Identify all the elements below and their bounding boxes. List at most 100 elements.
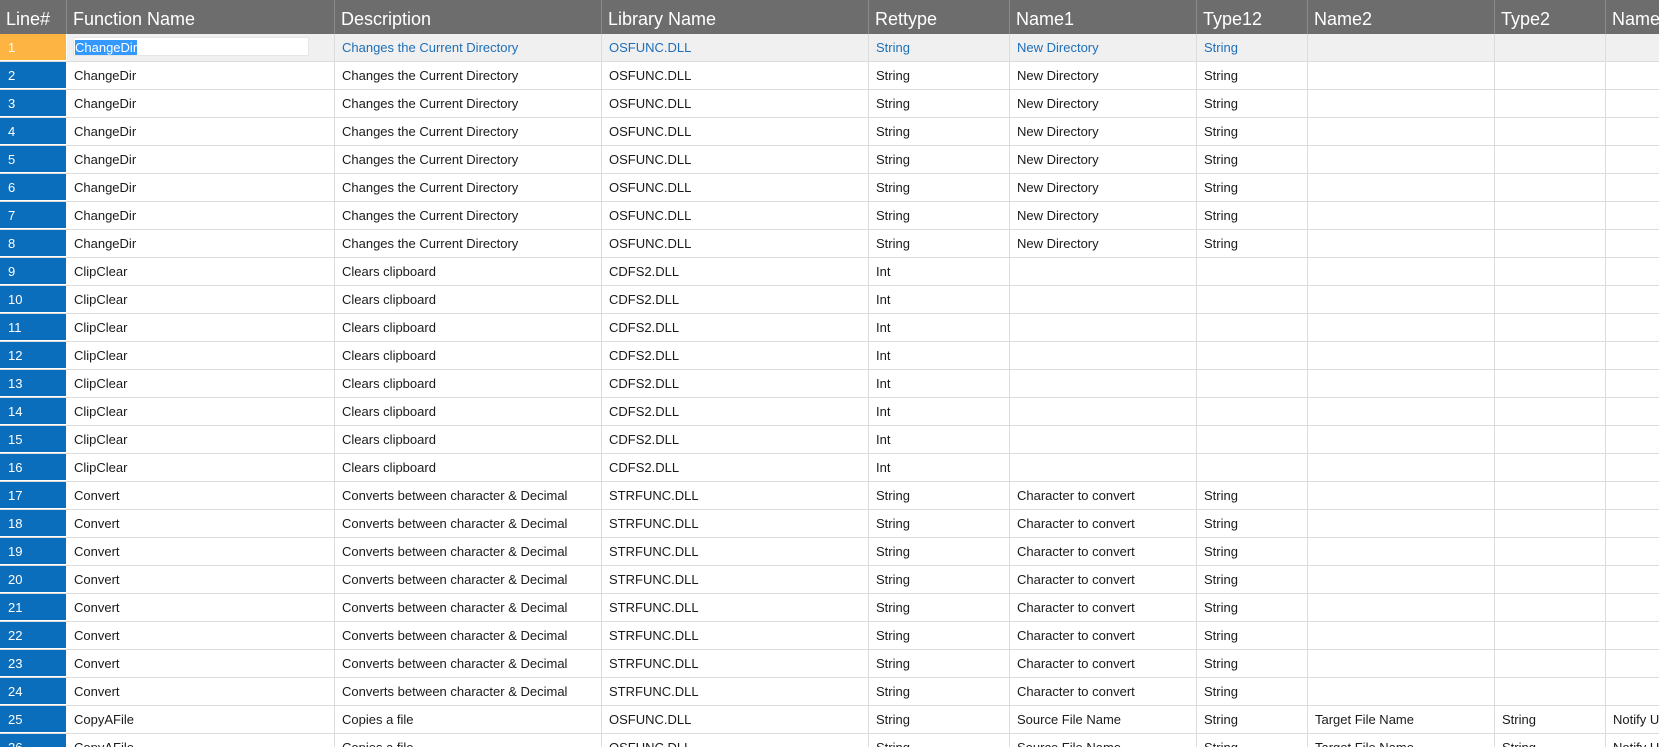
name1-cell[interactable]: Character to convert <box>1010 566 1197 593</box>
type2-cell[interactable] <box>1495 370 1606 397</box>
type12-cell[interactable]: String <box>1197 650 1308 677</box>
description-cell[interactable]: Changes the Current Directory <box>335 202 602 229</box>
name3-cell[interactable] <box>1606 566 1659 593</box>
type12-cell[interactable]: String <box>1197 510 1308 537</box>
library-name-cell[interactable]: OSFUNC.DLL <box>602 202 869 229</box>
table-row[interactable]: 4 ChangeDir Changes the Current Directory O… <box>0 118 1659 146</box>
rettype-cell[interactable]: String <box>869 650 1010 677</box>
name3-cell[interactable] <box>1606 426 1659 453</box>
line-number-cell[interactable]: 25 <box>0 706 67 733</box>
type2-cell[interactable] <box>1495 650 1606 677</box>
table-row[interactable]: 12 ClipClear Clears clipboard CDFS2.DLL Int <box>0 342 1659 370</box>
rettype-cell[interactable]: String <box>869 62 1010 89</box>
rettype-cell[interactable]: String <box>869 118 1010 145</box>
line-number-cell[interactable]: 10 <box>0 286 67 313</box>
line-number-cell[interactable]: 18 <box>0 510 67 537</box>
name2-cell[interactable] <box>1308 286 1495 313</box>
description-cell[interactable]: Converts between character & Decimal <box>335 538 602 565</box>
description-cell[interactable]: Clears clipboard <box>335 342 602 369</box>
name1-cell[interactable] <box>1010 286 1197 313</box>
name2-cell[interactable] <box>1308 510 1495 537</box>
type2-cell[interactable] <box>1495 258 1606 285</box>
name3-cell[interactable] <box>1606 146 1659 173</box>
table-row[interactable]: 23 Convert Converts between character & De… <box>0 650 1659 678</box>
data-grid[interactable]: Line# Function Name Description Library … <box>0 0 1659 747</box>
type2-cell[interactable]: String <box>1495 706 1606 733</box>
table-row[interactable]: 3 ChangeDir Changes the Current Directory O… <box>0 90 1659 118</box>
type2-cell[interactable] <box>1495 146 1606 173</box>
line-number-cell[interactable]: 21 <box>0 594 67 621</box>
library-name-cell[interactable]: STRFUNC.DLL <box>602 622 869 649</box>
type2-cell[interactable] <box>1495 314 1606 341</box>
type2-cell[interactable] <box>1495 566 1606 593</box>
table-row[interactable]: 14 ClipClear Clears clipboard CDFS2.DLL Int <box>0 398 1659 426</box>
type12-cell[interactable] <box>1197 286 1308 313</box>
library-name-cell[interactable]: CDFS2.DLL <box>602 426 869 453</box>
library-name-cell[interactable]: CDFS2.DLL <box>602 370 869 397</box>
name3-cell[interactable] <box>1606 34 1659 61</box>
type2-cell[interactable] <box>1495 426 1606 453</box>
rettype-cell[interactable]: Int <box>869 314 1010 341</box>
library-name-cell[interactable]: CDFS2.DLL <box>602 286 869 313</box>
name2-cell[interactable] <box>1308 314 1495 341</box>
function-name-cell[interactable]: ClipClear <box>67 454 335 481</box>
library-name-cell[interactable]: OSFUNC.DLL <box>602 174 869 201</box>
rettype-cell[interactable]: String <box>869 566 1010 593</box>
type2-cell[interactable] <box>1495 398 1606 425</box>
description-cell[interactable]: Converts between character & Decimal <box>335 678 602 705</box>
library-name-cell[interactable]: CDFS2.DLL <box>602 314 869 341</box>
type12-cell[interactable] <box>1197 398 1308 425</box>
table-row[interactable]: 2 ChangeDir Changes the Current Directory O… <box>0 62 1659 90</box>
description-cell[interactable]: Converts between character & Decimal <box>335 566 602 593</box>
name2-cell[interactable] <box>1308 258 1495 285</box>
rettype-cell[interactable]: String <box>869 594 1010 621</box>
description-cell[interactable]: Converts between character & Decimal <box>335 510 602 537</box>
function-name-cell[interactable]: ClipClear <box>67 314 335 341</box>
type12-cell[interactable]: String <box>1197 734 1308 747</box>
function-name-cell[interactable]: Convert <box>67 650 335 677</box>
line-number-cell[interactable]: 14 <box>0 398 67 425</box>
type12-cell[interactable]: String <box>1197 90 1308 117</box>
name1-cell[interactable]: Source File Name <box>1010 706 1197 733</box>
library-name-cell[interactable]: CDFS2.DLL <box>602 454 869 481</box>
library-name-cell[interactable]: STRFUNC.DLL <box>602 678 869 705</box>
name1-cell[interactable] <box>1010 314 1197 341</box>
name3-cell[interactable] <box>1606 510 1659 537</box>
description-cell[interactable]: Changes the Current Directory <box>335 118 602 145</box>
type12-cell[interactable] <box>1197 454 1308 481</box>
type12-cell[interactable]: String <box>1197 566 1308 593</box>
library-name-cell[interactable]: CDFS2.DLL <box>602 398 869 425</box>
description-cell[interactable]: Changes the Current Directory <box>335 230 602 257</box>
name2-cell[interactable] <box>1308 230 1495 257</box>
name2-cell[interactable] <box>1308 118 1495 145</box>
type2-cell[interactable] <box>1495 286 1606 313</box>
table-row[interactable]: 1 ChangeDir Changes the Current Directory O… <box>0 34 1659 62</box>
library-name-cell[interactable]: STRFUNC.DLL <box>602 566 869 593</box>
table-row[interactable]: 22 Convert Converts between character & De… <box>0 622 1659 650</box>
library-name-cell[interactable]: STRFUNC.DLL <box>602 594 869 621</box>
type2-cell[interactable] <box>1495 342 1606 369</box>
name1-cell[interactable]: Character to convert <box>1010 678 1197 705</box>
name3-cell[interactable] <box>1606 62 1659 89</box>
table-row[interactable]: 7 ChangeDir Changes the Current Directory O… <box>0 202 1659 230</box>
table-row[interactable]: 20 Convert Converts between character & De… <box>0 566 1659 594</box>
name1-cell[interactable]: Character to convert <box>1010 622 1197 649</box>
type12-cell[interactable] <box>1197 314 1308 341</box>
name3-cell[interactable] <box>1606 118 1659 145</box>
type12-cell[interactable]: String <box>1197 230 1308 257</box>
function-name-cell[interactable]: ChangeDir <box>67 118 335 145</box>
table-row[interactable]: 9 ClipClear Clears clipboard CDFS2.DLL Int <box>0 258 1659 286</box>
function-name-cell[interactable]: Convert <box>67 594 335 621</box>
type2-cell[interactable] <box>1495 174 1606 201</box>
type12-cell[interactable]: String <box>1197 202 1308 229</box>
type12-cell[interactable]: String <box>1197 538 1308 565</box>
line-number-cell[interactable]: 5 <box>0 146 67 173</box>
line-number-cell[interactable]: 6 <box>0 174 67 201</box>
name2-cell[interactable] <box>1308 90 1495 117</box>
description-cell[interactable]: Changes the Current Directory <box>335 34 602 61</box>
column-header-name3[interactable]: Name <box>1606 0 1659 34</box>
name2-cell[interactable] <box>1308 34 1495 61</box>
library-name-cell[interactable]: STRFUNC.DLL <box>602 538 869 565</box>
name1-cell[interactable]: Character to convert <box>1010 510 1197 537</box>
type2-cell[interactable] <box>1495 230 1606 257</box>
